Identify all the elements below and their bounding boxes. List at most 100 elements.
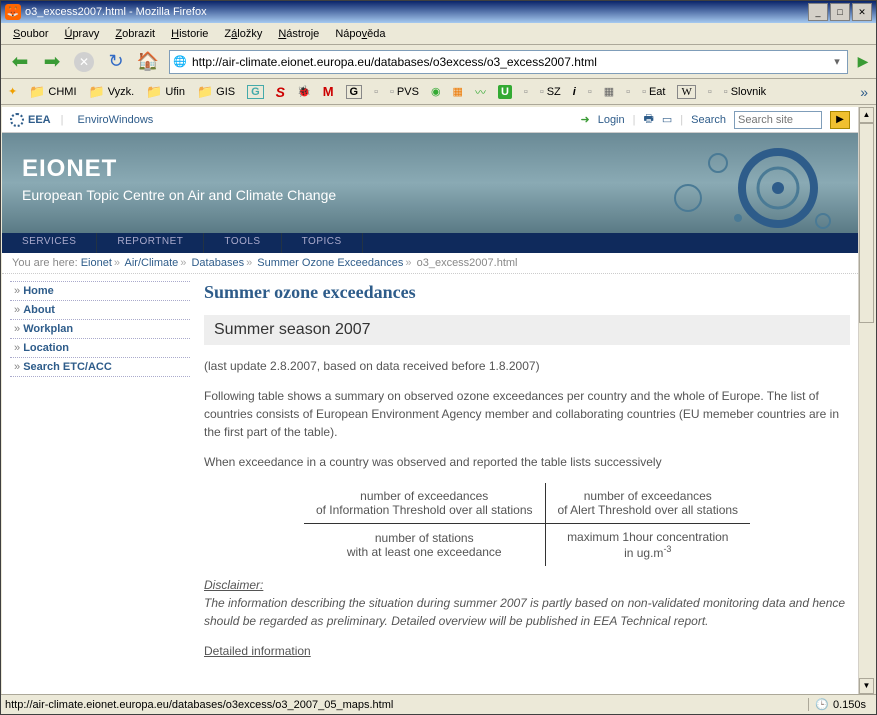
green-icon: ◉ — [431, 85, 441, 98]
reload-button[interactable]: ↻ — [101, 47, 131, 77]
page-icon: ▫ — [626, 86, 630, 98]
bc-eionet[interactable]: Eionet — [81, 257, 112, 269]
url-input[interactable] — [192, 51, 829, 73]
url-bar[interactable]: 🌐 ▾ — [169, 50, 848, 74]
menu-view[interactable]: Zobrazit — [107, 26, 163, 42]
menu-bookmarks[interactable]: Záložky — [216, 26, 270, 42]
bookmark-slovnik[interactable]: ▫Slovnik — [721, 84, 769, 100]
detailed-info-link[interactable]: Detailed information — [204, 644, 311, 658]
tab-reportnet[interactable]: REPORTNET — [97, 233, 204, 253]
tab-topics[interactable]: TOPICS — [282, 233, 363, 253]
login-link[interactable]: Login — [598, 114, 625, 126]
stop-icon: ✕ — [74, 52, 94, 72]
bookmark-item[interactable]: ▫ — [623, 84, 633, 100]
sidebar-workplan[interactable]: Workplan — [10, 319, 190, 339]
bookmark-item[interactable]: ▫ — [521, 84, 531, 100]
stop-button[interactable]: ✕ — [69, 47, 99, 77]
bookmark-latest[interactable]: ✦ — [5, 83, 20, 100]
bookmark-m[interactable]: M — [320, 82, 337, 101]
search-button[interactable]: ▶ — [830, 111, 850, 129]
sidebar-home[interactable]: Home — [10, 281, 190, 301]
bookmark-bug[interactable]: 🐞 — [294, 83, 314, 100]
bookmark-vyzk[interactable]: 📁Vyzk. — [86, 82, 138, 102]
eea-icon — [10, 113, 24, 127]
bookmark-gis[interactable]: 📁GIS — [194, 82, 238, 102]
bookmark-w[interactable]: W — [674, 83, 698, 101]
page-title: Summer ozone exceedances — [204, 282, 850, 303]
maximize-button[interactable]: □ — [830, 3, 850, 21]
page-icon: ▫ — [524, 86, 528, 98]
sidebar-location[interactable]: Location — [10, 338, 190, 358]
folder-icon: 📁 — [197, 84, 213, 100]
go-button[interactable]: ▶ — [854, 53, 872, 71]
menu-edit[interactable]: Úpravy — [56, 26, 107, 42]
folder-icon: 📁 — [146, 84, 162, 100]
bookmark-ufin[interactable]: 📁Ufin — [143, 82, 188, 102]
bc-summerozone[interactable]: Summer Ozone Exceedances — [257, 257, 403, 269]
bc-current: o3_excess2007.html — [417, 257, 518, 269]
print-button[interactable]: 🖶 — [643, 110, 653, 129]
arrow-left-icon: ⬅ — [12, 49, 29, 74]
bookmark-g[interactable]: G — [244, 83, 267, 101]
page-icon: ▫ — [540, 86, 544, 98]
menu-history[interactable]: Historie — [163, 26, 216, 42]
bookmark-s[interactable]: S — [273, 82, 288, 102]
bookmark-sz[interactable]: ▫SZ — [537, 84, 564, 100]
scroll-down-button[interactable]: ▼ — [859, 678, 874, 694]
bookmark-item[interactable]: ▫ — [585, 84, 595, 100]
bookmark-chmi[interactable]: 📁CHMI — [26, 82, 79, 102]
home-button[interactable]: 🏠 — [133, 47, 163, 77]
menu-help[interactable]: Nápověda — [327, 26, 393, 42]
bookmark-eat[interactable]: ▫Eat — [639, 84, 668, 100]
close-button[interactable]: ✕ — [852, 3, 872, 21]
back-button[interactable]: ⬅ — [5, 47, 35, 77]
page-viewport: EEA | EnviroWindows ➜ Login | 🖶 ▭ | Sear… — [2, 107, 858, 694]
section-heading: Summer season 2007 — [204, 315, 850, 345]
tab-tools[interactable]: TOOLS — [204, 233, 281, 253]
bookmark-item[interactable]: ▫ — [705, 84, 715, 100]
sidebar-about[interactable]: About — [10, 300, 190, 320]
bookmark-item[interactable]: ▦ — [450, 83, 466, 100]
fullscreen-button[interactable]: ▭ — [662, 113, 672, 126]
main-content: Summer ozone exceedances Summer season 2… — [204, 282, 850, 672]
bookmark-item[interactable]: 〰 — [472, 82, 489, 102]
forward-button[interactable]: ➡ — [37, 47, 67, 77]
timer-icon: 🕒 — [815, 698, 829, 711]
bc-databases[interactable]: Databases — [191, 257, 244, 269]
bookmark-item[interactable]: ▫ — [371, 84, 381, 100]
reload-icon: ↻ — [108, 51, 123, 72]
envirowindows-link[interactable]: EnviroWindows — [77, 114, 153, 126]
scroll-thumb[interactable] — [859, 123, 874, 323]
scroll-up-button[interactable]: ▲ — [859, 107, 874, 123]
bookmark-i[interactable]: i — [570, 84, 579, 100]
breadcrumb: You are here: Eionet» Air/Climate» Datab… — [2, 253, 858, 274]
intro-text: Following table shows a summary on obser… — [204, 387, 850, 441]
tab-services[interactable]: SERVICES — [2, 233, 97, 253]
minimize-button[interactable]: _ — [808, 3, 828, 21]
scrollbar[interactable]: ▲ ▼ — [858, 107, 875, 694]
bug-icon: 🐞 — [297, 85, 311, 98]
url-dropdown[interactable]: ▾ — [829, 55, 845, 68]
menu-file[interactable]: Soubor — [5, 26, 56, 42]
banner-circles-icon — [608, 143, 838, 233]
disclaimer-text: The information describing the situation… — [204, 596, 845, 628]
intro-text-2: When exceedance in a country was observe… — [204, 453, 850, 471]
eea-logo[interactable]: EEA — [10, 113, 51, 127]
sidebar-search[interactable]: Search ETC/ACC — [10, 357, 190, 377]
bookmark-pvs[interactable]: ▫PVS — [387, 84, 422, 100]
window-title: o3_excess2007.html - Mozilla Firefox — [25, 6, 808, 18]
window-titlebar: 🦊 o3_excess2007.html - Mozilla Firefox _… — [1, 1, 876, 23]
search-input[interactable] — [734, 111, 822, 129]
page-icon: ▫ — [374, 86, 378, 98]
menu-tools[interactable]: Nástroje — [270, 26, 327, 42]
navbar: ⬅ ➡ ✕ ↻ 🏠 🌐 ▾ ▶ — [1, 45, 876, 79]
bookmarks-overflow[interactable]: » — [856, 84, 872, 100]
page-icon: ▫ — [708, 86, 712, 98]
bookmark-u[interactable]: U — [495, 83, 515, 101]
bookmark-item[interactable]: ◉ — [428, 83, 444, 100]
bookmark-g2[interactable]: G — [343, 83, 366, 101]
bc-airclimate[interactable]: Air/Climate — [125, 257, 179, 269]
bookmarks-toolbar: ✦ 📁CHMI 📁Vyzk. 📁Ufin 📁GIS G S 🐞 M G ▫ ▫P… — [1, 79, 876, 105]
tabbar: SERVICES REPORTNET TOOLS TOPICS — [2, 233, 858, 253]
bookmark-item[interactable]: ▦ — [601, 83, 617, 100]
